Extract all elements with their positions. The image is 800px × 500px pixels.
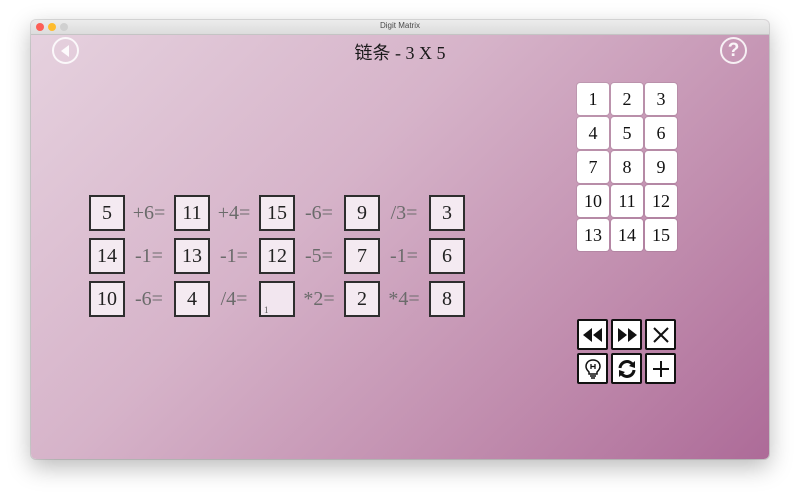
puzzle-cell[interactable]: 15	[259, 195, 295, 231]
puzzle-cell[interactable]: 9	[344, 195, 380, 231]
puzzle-cell[interactable]: 3	[429, 195, 465, 231]
puzzle-cell[interactable]: 5	[89, 195, 125, 231]
rewind-icon	[582, 327, 602, 342]
puzzle-cell[interactable]: 2	[344, 281, 380, 317]
add-button[interactable]	[645, 353, 676, 384]
page-title: 链条 - 3 X 5	[354, 43, 446, 63]
number-key[interactable]: 4	[577, 117, 609, 149]
number-key[interactable]: 11	[611, 185, 643, 217]
puzzle-cell[interactable]: 6	[429, 238, 465, 274]
number-key[interactable]: 8	[611, 151, 643, 183]
refresh-button[interactable]	[611, 353, 642, 384]
title-bar: Digit Matrix	[31, 20, 769, 35]
operator-label: -1=	[390, 245, 418, 267]
plus-icon	[652, 360, 669, 377]
operator-label: -6=	[305, 202, 333, 224]
operator-label: *2=	[303, 288, 335, 310]
number-key[interactable]: 9	[645, 151, 677, 183]
puzzle-cell[interactable]: 13	[174, 238, 210, 274]
operator-label: *4=	[388, 288, 420, 310]
operator-label: -1=	[135, 245, 163, 267]
number-key[interactable]: 6	[645, 117, 677, 149]
puzzle-cell[interactable]: 12	[259, 238, 295, 274]
operator-label: +6=	[132, 202, 166, 224]
puzzle-cell[interactable]: 8	[429, 281, 465, 317]
fast-forward-icon	[617, 327, 637, 342]
window-title: Digit Matrix	[379, 21, 420, 30]
puzzle-cell[interactable]: 4	[174, 281, 210, 317]
operator-label: -1=	[220, 245, 248, 267]
number-key[interactable]: 3	[645, 83, 677, 115]
puzzle-cell[interactable]: 10	[89, 281, 125, 317]
close-x-icon	[652, 326, 669, 343]
operator-label: /3=	[390, 202, 418, 224]
hint-button[interactable]	[577, 353, 608, 384]
number-key[interactable]: 15	[645, 219, 677, 251]
number-key[interactable]: 13	[577, 219, 609, 251]
cell-hint-number: 1	[264, 305, 269, 315]
clear-button[interactable]	[645, 319, 676, 350]
puzzle-cell[interactable]: 11	[174, 195, 210, 231]
number-key[interactable]: 2	[611, 83, 643, 115]
rewind-button[interactable]	[577, 319, 608, 350]
hint-bulb-icon	[584, 358, 601, 379]
app-window: Digit Matrix 链条 - 3 X 5 ? 5 +6= 11 +4= 1…	[31, 20, 769, 459]
operator-label: /4=	[220, 288, 248, 310]
number-key[interactable]: 10	[577, 185, 609, 217]
number-key[interactable]: 5	[611, 117, 643, 149]
operator-label: -6=	[135, 288, 163, 310]
refresh-icon	[618, 359, 635, 378]
operator-label: -5=	[305, 245, 333, 267]
operator-label: +4=	[217, 202, 251, 224]
help-button[interactable]: ?	[720, 37, 747, 64]
number-key[interactable]: 1	[577, 83, 609, 115]
number-key[interactable]: 7	[577, 151, 609, 183]
number-key[interactable]: 14	[611, 219, 643, 251]
question-mark-icon: ?	[727, 40, 740, 61]
number-key[interactable]: 12	[645, 185, 677, 217]
fast-forward-button[interactable]	[611, 319, 642, 350]
empty-puzzle-cell[interactable]: 1	[259, 281, 295, 317]
puzzle-cell[interactable]: 14	[89, 238, 125, 274]
puzzle-cell[interactable]: 7	[344, 238, 380, 274]
